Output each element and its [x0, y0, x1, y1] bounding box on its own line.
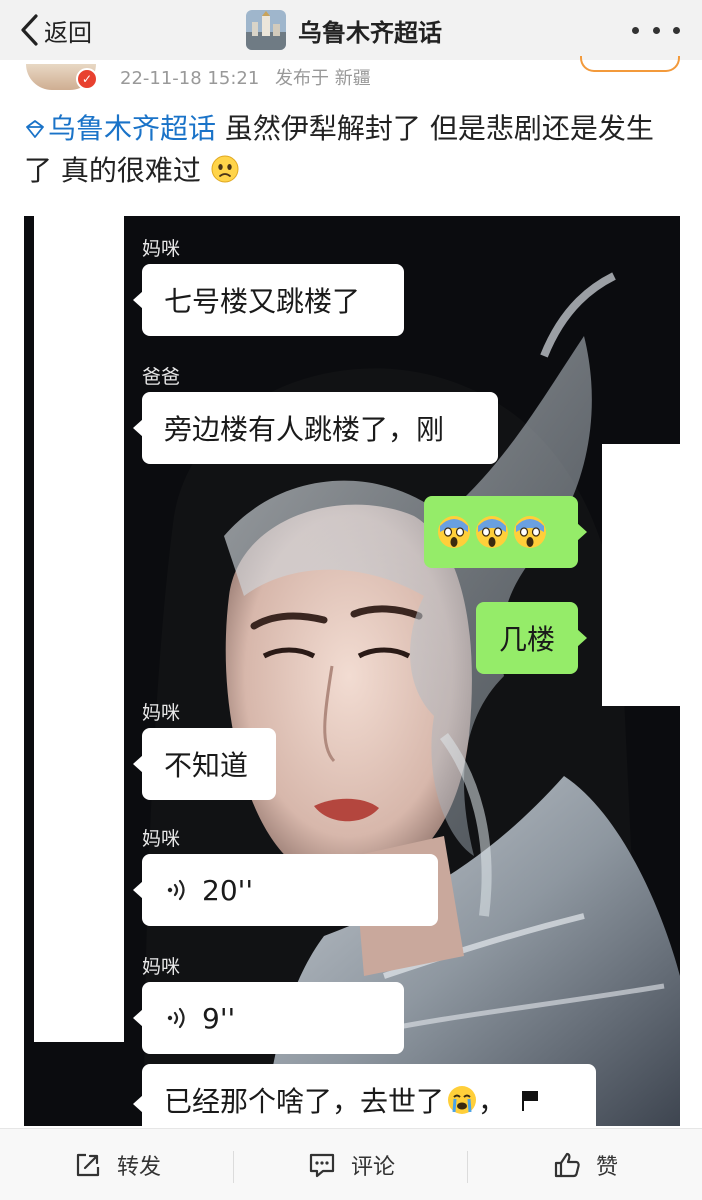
post-meta: 22-11-18 15:21 发布于 新疆 [120, 64, 381, 90]
post-text: 乌鲁木齐超话 虽然伊犁解封了 但是悲剧还是发生了 真的很难过 [24, 108, 680, 192]
comma-text: ， [478, 1085, 507, 1118]
comment-button[interactable]: 评论 [234, 1129, 468, 1200]
thumbs-up-icon [554, 1152, 580, 1177]
sender-name: 妈咪 [142, 238, 181, 260]
follow-button[interactable] [580, 56, 680, 72]
voice-wave-icon [167, 879, 185, 901]
comment-icon [309, 1153, 335, 1177]
redaction-block-right [602, 444, 680, 706]
voice-duration: 9'' [202, 1001, 236, 1035]
action-bar: 转发 评论 赞 [0, 1128, 702, 1200]
message-text: 旁边楼有人跳楼了，刚 [164, 413, 445, 446]
message-text: 已经那个啥了，去世了 [164, 1085, 445, 1118]
post-timestamp: 22-11-18 15:21 [120, 68, 260, 89]
topic-link[interactable]: 乌鲁木齐超话 [24, 112, 216, 145]
voice-wave-icon [167, 1007, 185, 1029]
redaction-block-left [34, 216, 124, 1042]
sender-name: 妈咪 [142, 702, 181, 724]
top-nav: 返回 乌鲁木齐超话 [0, 0, 702, 60]
message-text: 几楼 [498, 623, 555, 656]
topic-thumbnail [246, 10, 286, 50]
share-icon [76, 1153, 100, 1176]
page-title: 乌鲁木齐超话 [298, 18, 442, 47]
crying-face-icon [448, 1086, 477, 1114]
voice-duration: 20'' [202, 873, 254, 907]
voice-message[interactable]: 20'' [133, 854, 438, 926]
like-label: 赞 [595, 1154, 618, 1180]
flag-icon [522, 1091, 539, 1111]
screaming-face-icon [514, 516, 546, 548]
back-label: 返回 [44, 18, 92, 47]
topic-label: 乌鲁木齐超话 [48, 112, 217, 145]
chat-bubble-self: 几楼 [476, 602, 587, 674]
comment-label: 评论 [350, 1154, 395, 1180]
diamond-icon [26, 120, 44, 138]
verified-badge-icon: ✓ [76, 68, 98, 90]
post-image[interactable]: 妈咪 七号楼又跳楼了 爸爸 旁边楼有人跳楼了，刚 几楼 妈咪 不知道 妈咪 20… [24, 216, 680, 1126]
repost-button[interactable]: 转发 [0, 1129, 234, 1200]
sender-name: 妈咪 [142, 828, 181, 850]
message-text: 不知道 [164, 749, 249, 782]
nav-title-group[interactable]: 乌鲁木齐超话 [246, 6, 442, 54]
screaming-face-icon [476, 516, 508, 548]
sender-name: 爸爸 [142, 366, 181, 388]
sad-face-icon [211, 155, 239, 183]
chat-bubble: 不知道 [133, 728, 276, 800]
chat-bubble-self [424, 496, 587, 568]
sender-name: 妈咪 [142, 956, 181, 978]
back-button[interactable]: 返回 [18, 10, 92, 50]
screaming-face-icon [438, 516, 470, 548]
like-button[interactable]: 赞 [468, 1129, 702, 1200]
post-location: 发布于 新疆 [275, 68, 371, 89]
more-options-icon[interactable] [632, 18, 680, 42]
voice-message[interactable]: 9'' [133, 982, 404, 1054]
chat-bubble: 旁边楼有人跳楼了，刚 [133, 392, 498, 464]
chevron-left-icon [21, 14, 38, 46]
message-text: 七号楼又跳楼了 [164, 285, 361, 318]
chat-bubble: 七号楼又跳楼了 [133, 264, 404, 336]
repost-label: 转发 [116, 1154, 161, 1180]
chat-bubble: 已经那个啥了，去世了 ， [133, 1064, 596, 1126]
